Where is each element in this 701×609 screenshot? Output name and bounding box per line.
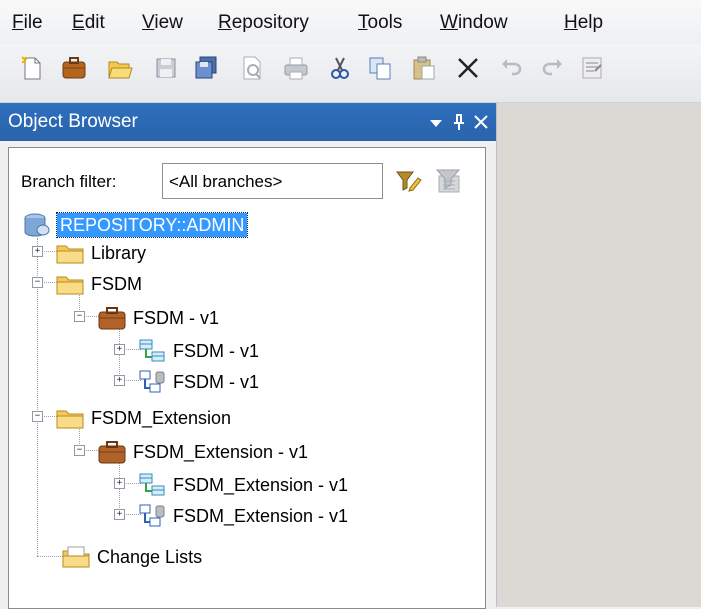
save-icon[interactable] bbox=[152, 54, 180, 82]
menu-file[interactable]: File bbox=[12, 12, 43, 34]
object-tree: REPOSITORY::ADMIN + Library − FSDM − FSD… bbox=[9, 208, 485, 608]
collapse-icon[interactable]: − bbox=[32, 411, 43, 422]
menu-help[interactable]: Help bbox=[564, 12, 603, 34]
tree-item-fsdm-model-1[interactable]: FSDM - v1 bbox=[137, 336, 259, 366]
branch-filter-label: Branch filter: bbox=[21, 172, 117, 191]
open-icon[interactable] bbox=[106, 54, 134, 82]
paste-icon[interactable] bbox=[410, 54, 438, 82]
tree-line bbox=[37, 556, 63, 557]
redo-icon[interactable] bbox=[538, 54, 566, 82]
close-icon[interactable] bbox=[470, 110, 492, 134]
menu-view[interactable]: View bbox=[142, 12, 183, 34]
copy-icon[interactable] bbox=[366, 54, 394, 82]
print-preview-icon[interactable] bbox=[238, 54, 266, 82]
collapse-icon[interactable]: − bbox=[74, 445, 85, 456]
physical-model-icon bbox=[139, 504, 165, 527]
branch-filter-value: <All branches> bbox=[169, 172, 283, 191]
tree-item-fsdm-extension-project[interactable]: FSDM_Extension - v1 bbox=[97, 437, 308, 467]
new-icon[interactable] bbox=[18, 54, 46, 82]
project-briefcase-icon bbox=[98, 441, 126, 464]
branch-filter-row: Branch filter: <All branches> bbox=[9, 148, 485, 208]
tree-label: FSDM - v1 bbox=[173, 341, 260, 361]
undo-icon[interactable] bbox=[498, 54, 526, 82]
tree-item-fsdm-extension[interactable]: FSDM_Extension bbox=[55, 403, 231, 433]
folder-icon bbox=[56, 245, 84, 264]
tree-label: FSDM bbox=[91, 274, 142, 294]
tree-item-fsdm-project[interactable]: FSDM - v1 bbox=[97, 303, 219, 333]
collapse-icon[interactable]: − bbox=[32, 277, 43, 288]
tree-label: Change Lists bbox=[97, 547, 203, 567]
tree-item-library[interactable]: Library bbox=[55, 238, 146, 268]
expand-icon[interactable]: + bbox=[114, 509, 125, 520]
dropdown-icon[interactable] bbox=[425, 110, 447, 134]
tree-label: FSDM_Extension - v1 bbox=[173, 475, 349, 495]
tree-label: REPOSITORY::ADMIN bbox=[55, 212, 249, 238]
tree-label: FSDM_Extension - v1 bbox=[173, 506, 349, 526]
folder-icon bbox=[56, 276, 84, 295]
print-icon[interactable] bbox=[282, 54, 310, 82]
clear-filter-icon[interactable] bbox=[433, 166, 463, 196]
change-lists-icon bbox=[62, 546, 90, 568]
panel-body: Branch filter: <All branches> REPOSITORY… bbox=[8, 147, 486, 609]
menu-repository[interactable]: Repository bbox=[218, 12, 309, 34]
expand-icon[interactable]: + bbox=[114, 344, 125, 355]
branch-filter-input[interactable]: <All branches> bbox=[162, 163, 383, 199]
expand-icon[interactable]: + bbox=[32, 246, 43, 257]
tree-label: FSDM - v1 bbox=[133, 308, 220, 328]
properties-icon[interactable] bbox=[578, 54, 606, 82]
pin-icon[interactable] bbox=[448, 110, 470, 134]
menu-tools[interactable]: Tools bbox=[358, 12, 402, 34]
folder-icon bbox=[56, 410, 84, 429]
tree-label: FSDM - v1 bbox=[173, 372, 260, 392]
save-all-icon[interactable] bbox=[192, 54, 220, 82]
tree-item-fsdm-model-2[interactable]: FSDM - v1 bbox=[137, 367, 259, 397]
tree-label: FSDM_Extension bbox=[91, 408, 232, 428]
tree-item-change-lists[interactable]: Change Lists bbox=[61, 542, 202, 572]
object-browser-panel: Object Browser Branch filter: <All branc… bbox=[0, 103, 497, 609]
tree-label: FSDM_Extension - v1 bbox=[133, 442, 309, 462]
workspace-area bbox=[496, 103, 701, 607]
panel-title: Object Browser bbox=[8, 111, 138, 132]
menu-bar: File Edit View Repository Tools Window H… bbox=[0, 0, 701, 44]
tree-item-repository-root[interactable]: REPOSITORY::ADMIN bbox=[21, 210, 249, 240]
conceptual-model-icon bbox=[139, 473, 165, 496]
new-project-icon[interactable] bbox=[60, 54, 88, 82]
menu-edit[interactable]: Edit bbox=[72, 12, 105, 34]
expand-icon[interactable]: + bbox=[114, 478, 125, 489]
project-briefcase-icon bbox=[98, 307, 126, 330]
tree-label: Library bbox=[91, 243, 147, 263]
tree-item-fsdm-extension-model-2[interactable]: FSDM_Extension - v1 bbox=[137, 501, 348, 531]
menu-window[interactable]: Window bbox=[440, 12, 508, 34]
edit-filter-icon[interactable] bbox=[393, 166, 423, 196]
repository-icon bbox=[24, 213, 50, 237]
tree-item-fsdm-extension-model-1[interactable]: FSDM_Extension - v1 bbox=[137, 470, 348, 500]
conceptual-model-icon bbox=[139, 339, 165, 362]
expand-icon[interactable]: + bbox=[114, 375, 125, 386]
collapse-icon[interactable]: − bbox=[74, 311, 85, 322]
cut-icon[interactable] bbox=[326, 54, 354, 82]
toolbar bbox=[0, 44, 701, 103]
panel-header: Object Browser bbox=[0, 103, 496, 141]
tree-item-fsdm[interactable]: FSDM bbox=[55, 269, 142, 299]
physical-model-icon bbox=[139, 370, 165, 393]
delete-icon[interactable] bbox=[454, 54, 482, 82]
